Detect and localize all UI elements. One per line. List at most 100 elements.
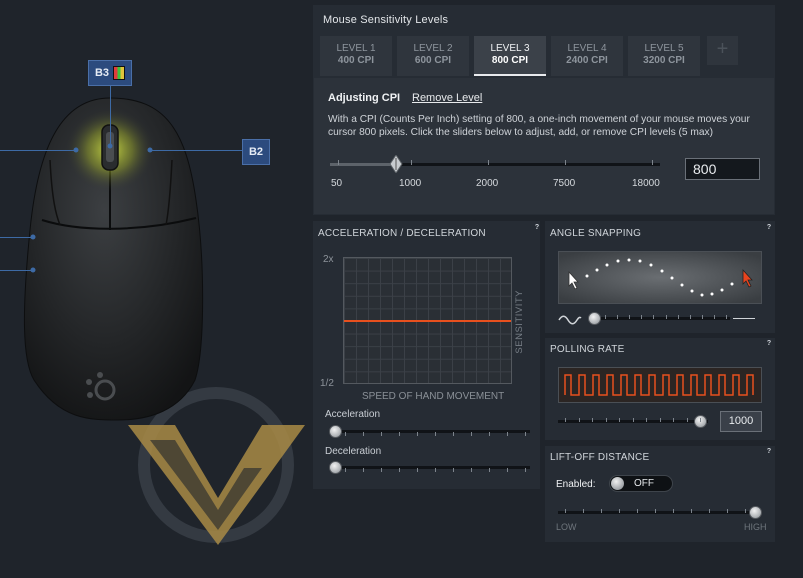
angle-snapping-title: ANGLE SNAPPING [550, 228, 642, 239]
slider-tick [641, 315, 643, 319]
angle-snapping-preview [558, 251, 762, 304]
help-icon[interactable]: ? [765, 224, 773, 232]
accel-panel-title: ACCELERATION / DECELERATION [318, 228, 486, 239]
callout-line-b2 [150, 150, 242, 151]
slider-tick [727, 509, 728, 513]
slider-tick [709, 509, 710, 513]
toggle-state-label: OFF [634, 478, 654, 489]
help-icon[interactable]: ? [765, 448, 773, 456]
tab-level-cpi: 3200 CPI [643, 55, 685, 66]
liftoff-enabled-label: Enabled: [556, 479, 596, 490]
slider-tick [713, 315, 715, 319]
slider-tick [745, 509, 746, 513]
liftoff-slider-handle[interactable] [749, 506, 762, 519]
slider-tick [629, 315, 631, 319]
cpi-scale-2000: 2000 [476, 178, 499, 189]
angle-snapping-slider-track[interactable] [592, 317, 730, 320]
slider-tick [435, 468, 436, 472]
adjusting-cpi-label: Adjusting CPI [328, 92, 401, 104]
slider-tick [637, 509, 638, 513]
slider-tick [726, 315, 727, 319]
accel-x-label: SPEED OF HAND MOVEMENT [362, 391, 505, 402]
slider-tick [565, 418, 566, 422]
accel-graph[interactable] [343, 257, 512, 384]
tab-level-1[interactable]: LEVEL 1 400 CPI [320, 36, 392, 76]
cpi-panel-title: Mouse Sensitivity Levels [323, 14, 449, 26]
slider-tick [453, 432, 454, 436]
callout-line-b3 [110, 86, 111, 146]
liftoff-toggle[interactable]: OFF [609, 475, 673, 492]
tab-level-cpi: 800 CPI [491, 55, 529, 66]
slider-tick [659, 418, 661, 422]
slider-tick [691, 509, 692, 513]
tab-level-name: LEVEL 4 [567, 43, 607, 54]
tab-level-2[interactable]: LEVEL 2 600 CPI [397, 36, 469, 76]
acceleration-slider-track[interactable] [330, 430, 530, 433]
acceleration-slider-handle[interactable] [329, 425, 342, 438]
accel-side-label: SENSITIVITY [514, 290, 525, 354]
slider-tick [665, 315, 667, 319]
slider-tick [471, 468, 472, 472]
square-wave [564, 374, 754, 396]
cpi-tick [338, 160, 339, 165]
slider-tick [471, 432, 472, 436]
slider-tick [399, 432, 400, 436]
slider-tick [417, 432, 418, 436]
tab-level-name: LEVEL 5 [644, 43, 684, 54]
slider-tick [525, 468, 526, 472]
slider-tick [673, 509, 674, 513]
polling-rate-value[interactable]: 1000 [720, 411, 762, 432]
slider-tick [673, 418, 674, 422]
slider-tick [592, 418, 593, 422]
add-level-button[interactable]: + [707, 36, 738, 65]
cpi-scale-50: 50 [331, 178, 343, 189]
slider-tick [525, 432, 526, 436]
help-icon[interactable]: ? [765, 340, 773, 348]
liftoff-title: LIFT-OFF DISTANCE [550, 452, 650, 463]
remove-level-link[interactable]: Remove Level [412, 92, 482, 104]
deceleration-slider-handle[interactable] [329, 461, 342, 474]
deceleration-slider-track[interactable] [330, 466, 530, 469]
slider-tick [605, 418, 607, 422]
cpi-slider-fill [330, 163, 396, 166]
liftoff-low-label: LOW [556, 522, 577, 532]
mouse-illustration: B3 B2 [0, 0, 312, 578]
slider-tick [700, 418, 701, 422]
slider-tick [507, 432, 508, 436]
slider-tick [619, 418, 620, 422]
slider-tick [363, 468, 364, 472]
angle-snapping-slider-handle[interactable] [588, 312, 601, 325]
slider-tick [617, 315, 619, 319]
acceleration-label: Acceleration [325, 409, 381, 420]
b2-button-label[interactable]: B2 [242, 139, 270, 165]
tab-level-4[interactable]: LEVEL 4 2400 CPI [551, 36, 623, 76]
cpi-scale-1000: 1000 [399, 178, 422, 189]
help-icon[interactable]: ? [533, 224, 541, 232]
slider-tick [381, 468, 382, 472]
liftoff-slider-track[interactable] [558, 511, 758, 514]
straight-line-icon [733, 318, 755, 319]
slider-tick [345, 432, 346, 436]
cpi-value-input[interactable]: 800 [685, 158, 760, 180]
wavy-line-icon [558, 313, 582, 331]
tab-level-cpi: 2400 CPI [566, 55, 608, 66]
slider-tick [701, 315, 703, 319]
slider-tick [655, 509, 656, 513]
slider-tick [578, 418, 580, 422]
tab-level-3[interactable]: LEVEL 3 800 CPI [474, 36, 546, 76]
slider-tick [677, 315, 679, 319]
slider-tick [583, 509, 584, 513]
slider-tick [601, 509, 602, 513]
b2-label-text: B2 [248, 146, 264, 158]
mouse-image [23, 97, 305, 545]
b3-button-label[interactable]: B3 [88, 60, 132, 86]
slider-tick [686, 418, 688, 422]
tab-level-5[interactable]: LEVEL 5 3200 CPI [628, 36, 700, 76]
slider-tick [605, 315, 606, 319]
slider-tick [632, 418, 634, 422]
cpi-slider-handle[interactable] [389, 154, 403, 174]
tab-level-name: LEVEL 3 [490, 43, 530, 54]
tab-level-cpi: 600 CPI [414, 55, 452, 66]
slider-tick [489, 432, 490, 436]
callout-line-b5 [0, 270, 33, 271]
